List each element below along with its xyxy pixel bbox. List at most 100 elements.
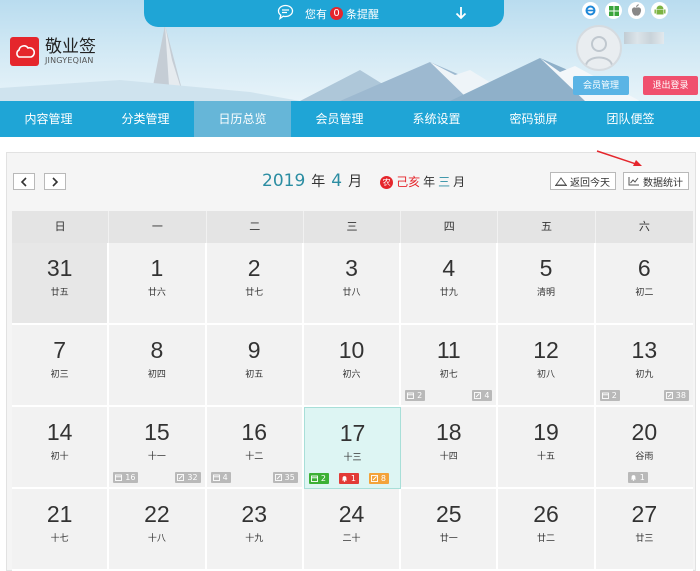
chat-bubble-icon: [277, 4, 294, 23]
logo-title: 敬业签: [45, 36, 96, 57]
note-count-badge[interactable]: 4: [472, 390, 493, 401]
calendar-count-badge[interactable]: 16: [113, 472, 139, 483]
calendar-day-cell[interactable]: 27 廿三: [595, 489, 693, 571]
header: 敬业签 JINGYEQIAN 您有 0 条提醒 会员管理 退出登录: [0, 0, 700, 101]
android-icon[interactable]: [651, 2, 668, 19]
calendar-day-cell[interactable]: 11 初七 2 4: [401, 325, 499, 407]
lunar-date: 廿六: [147, 288, 166, 298]
calendar-day-cell[interactable]: 2 廿七: [206, 243, 304, 325]
prev-month-button[interactable]: [13, 173, 35, 190]
nav-calendar-overview[interactable]: 日历总览: [194, 101, 291, 137]
member-management-button[interactable]: 会员管理: [573, 76, 629, 95]
calendar-day-cell[interactable]: 16 十二 4 35: [206, 407, 304, 489]
badge-count: 8: [380, 474, 386, 483]
calendar-day-cell[interactable]: 6 初二: [595, 243, 693, 325]
badge-count: 2: [611, 391, 617, 400]
calendar-day-cell[interactable]: 10 初六: [303, 325, 402, 407]
calendar-day-cell[interactable]: 12 初八: [498, 325, 596, 407]
back-to-today-button[interactable]: 返回今天: [550, 172, 616, 190]
nav-member-management[interactable]: 会员管理: [291, 101, 388, 137]
lunar-date: 初六: [342, 370, 361, 380]
chevron-left-icon: [20, 176, 27, 187]
calendar-panel: 2019 年 4 月 农 己亥 年 三 月 返回今天 数据统计 日 一 二 三 …: [6, 150, 696, 571]
bell-count-badge[interactable]: 1: [627, 472, 648, 483]
red-arrow-annotation: [596, 150, 642, 166]
calendar-day-cell[interactable]: 31 廿五: [12, 243, 110, 325]
calendar-day-cell[interactable]: 9 初五: [206, 325, 304, 407]
ie-icon[interactable]: [582, 2, 599, 19]
calendar-day-cell[interactable]: 14 初十: [12, 407, 110, 489]
calendar-day-cell[interactable]: 19 十五: [498, 407, 596, 489]
today-icon: [555, 177, 567, 186]
next-month-button[interactable]: [44, 173, 66, 190]
note-count-badge[interactable]: 38: [663, 390, 689, 401]
arrow-down-icon[interactable]: [455, 6, 467, 23]
note-count-badge[interactable]: 32: [175, 472, 201, 483]
username-blurred: [624, 32, 664, 44]
day-number: 7: [53, 337, 67, 363]
user-avatar[interactable]: [576, 25, 622, 71]
day-number: 26: [533, 501, 559, 527]
calendar-icon: [115, 474, 123, 481]
day-number: 16: [241, 419, 267, 445]
calendar-day-cell[interactable]: 5 清明: [498, 243, 596, 325]
year-value: 2019: [262, 171, 306, 191]
reminder-notice-bar[interactable]: 您有 0 条提醒: [144, 0, 504, 27]
calendar-day-cell[interactable]: 21 十七: [12, 489, 110, 571]
logout-button[interactable]: 退出登录: [643, 76, 698, 95]
day-number: 10: [338, 337, 365, 363]
lunar-date: 廿九: [439, 288, 458, 298]
calendar-day-cell[interactable]: 3 廿八: [303, 243, 402, 325]
windows-icon[interactable]: [605, 2, 622, 19]
calendar-day-cell[interactable]: 22 十八: [109, 489, 207, 571]
calendar-day-cell[interactable]: 18 十四: [401, 407, 499, 489]
calendar-day-cell-today[interactable]: 17 十三 2 1 8: [303, 407, 402, 489]
day-number: 31: [46, 255, 73, 281]
nav-password-lock[interactable]: 密码锁屏: [485, 101, 582, 137]
calendar-day-cell[interactable]: 26 廿二: [498, 489, 596, 571]
apple-icon[interactable]: [628, 2, 645, 19]
nav-category-management[interactable]: 分类管理: [97, 101, 194, 137]
calendar-count-badge[interactable]: 2: [599, 390, 620, 401]
calendar-count-badge[interactable]: 2: [308, 473, 329, 484]
day-number: 25: [435, 501, 462, 527]
calendar-day-cell[interactable]: 25 廿一: [401, 489, 499, 571]
logo[interactable]: 敬业签 JINGYEQIAN: [10, 37, 96, 66]
main-nav: 内容管理 分类管理 日历总览 会员管理 系统设置 密码锁屏 团队便签: [0, 101, 700, 137]
calendar-count-badge[interactable]: 2: [405, 390, 426, 401]
calendar-count-badge[interactable]: 4: [210, 472, 231, 483]
calendar-week-row: 31 廿五 1 廿六 2 廿七 3 廿八 4 廿九 5 清明 6 初二: [12, 243, 693, 325]
lunar-date: 十九: [245, 534, 264, 544]
lunar-date: 十二: [245, 452, 264, 462]
calendar-day-cell[interactable]: 23 十九: [206, 489, 304, 571]
badge-count: 2: [320, 474, 326, 483]
lunar-date: 初二: [635, 288, 654, 298]
weekday-label: 二: [207, 211, 304, 243]
lunar-date: 谷雨: [635, 452, 654, 462]
calendar-icon: [601, 392, 609, 399]
calendar-day-cell[interactable]: 20 谷雨 1: [595, 407, 693, 489]
calendar-day-cell[interactable]: 1 廿六: [109, 243, 207, 325]
nav-team-notes[interactable]: 团队便签: [582, 101, 679, 137]
calendar-day-cell[interactable]: 4 廿九: [401, 243, 499, 325]
calendar-day-cell[interactable]: 24 二十: [303, 489, 402, 571]
data-statistics-button[interactable]: 数据统计: [623, 172, 689, 190]
nav-content-management[interactable]: 内容管理: [0, 101, 97, 137]
calendar-day-cell[interactable]: 7 初三: [12, 325, 110, 407]
bell-count-badge[interactable]: 1: [338, 473, 359, 484]
calendar-day-cell[interactable]: 13 初九 2 38: [595, 325, 693, 407]
badge-count: 32: [187, 473, 198, 482]
note-count-badge[interactable]: 8: [368, 473, 389, 484]
weekday-label: 四: [401, 211, 499, 243]
day-number: 17: [339, 420, 366, 446]
lunar-year: 己亥: [396, 175, 421, 189]
nav-system-settings[interactable]: 系统设置: [388, 101, 485, 137]
calendar-day-cell[interactable]: 15 十一 16 32: [109, 407, 207, 489]
calendar-icon: [310, 475, 318, 482]
calendar-day-cell[interactable]: 8 初四: [109, 325, 207, 407]
lunar-date: 十四: [439, 452, 458, 462]
badge-count: 1: [350, 474, 356, 483]
lunar-date: 初九: [635, 370, 654, 380]
lunar-date: 廿八: [342, 288, 361, 298]
note-count-badge[interactable]: 35: [272, 472, 298, 483]
